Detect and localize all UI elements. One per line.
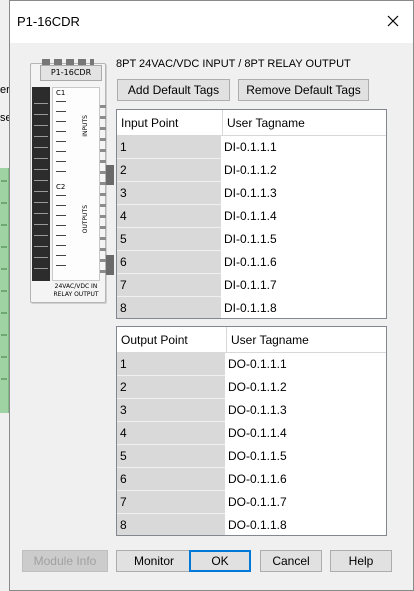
module-outputs-label: OUTPUTS (82, 205, 89, 234)
output-tagname-cell[interactable]: DO-0.1.1.3 (227, 399, 386, 422)
module-side-clip (106, 165, 114, 185)
monitor-button[interactable]: Monitor (116, 550, 192, 572)
cancel-button[interactable]: Cancel (260, 550, 322, 572)
table-header: Output Point User Tagname (117, 327, 386, 353)
column-header-output-point[interactable]: Output Point (117, 327, 227, 353)
input-point-cell: 3 (117, 182, 221, 205)
dialog-client: P1-16CDR C1 C2 INPUTS OUTPUTS 24VAC/VDC … (10, 43, 413, 590)
input-row[interactable]: 4 DI-0.1.1.4 (117, 205, 386, 228)
input-row[interactable]: 2 DI-0.1.1.2 (117, 159, 386, 182)
module-info-button[interactable]: Module Info (22, 550, 108, 572)
output-points-table: Output Point User Tagname 1 DO-0.1.1.1 2 DO… (116, 326, 387, 536)
output-point-cell: 4 (117, 422, 225, 445)
module-output-markers (56, 195, 66, 273)
input-point-cell: 5 (117, 228, 221, 251)
title-bar: P1-16CDR (10, 1, 413, 43)
help-button[interactable]: Help (330, 550, 392, 572)
input-point-cell: 8 (117, 297, 221, 318)
input-point-cell: 1 (117, 136, 221, 159)
column-header-user-tagname[interactable]: User Tagname (227, 327, 386, 353)
output-row[interactable]: 7 DO-0.1.1.7 (117, 491, 386, 514)
input-rows: 1 DI-0.1.1.1 2 DI-0.1.1.2 3 DI-0.1.1.3 4 DI-0.1… (117, 136, 386, 318)
output-point-cell: 6 (117, 468, 225, 491)
column-header-user-tagname[interactable]: User Tagname (223, 110, 386, 136)
output-point-cell: 2 (117, 376, 225, 399)
input-point-cell: 4 (117, 205, 221, 228)
module-image: P1-16CDR C1 C2 INPUTS OUTPUTS 24VAC/VDC … (22, 55, 114, 305)
module-inputs-label: INPUTS (82, 115, 89, 137)
module-config-dialog: P1-16CDR P1-16CDR C1 C2 INPUTS OUTPUTS 2… (9, 0, 414, 591)
input-row[interactable]: 5 DI-0.1.1.5 (117, 228, 386, 251)
input-tagname-cell[interactable]: DI-0.1.1.6 (223, 251, 386, 274)
add-default-tags-button[interactable]: Add Default Tags (117, 79, 230, 101)
input-point-cell: 6 (117, 251, 221, 274)
input-tagname-cell[interactable]: DI-0.1.1.3 (223, 182, 386, 205)
module-side-clip (106, 255, 114, 275)
input-tagname-cell[interactable]: DI-0.1.1.5 (223, 228, 386, 251)
output-row[interactable]: 2 DO-0.1.1.2 (117, 376, 386, 399)
output-row[interactable]: 8 DO-0.1.1.8 (117, 514, 386, 535)
output-point-cell: 3 (117, 399, 225, 422)
output-row[interactable]: 3 DO-0.1.1.3 (117, 399, 386, 422)
output-point-cell: 5 (117, 445, 225, 468)
input-row[interactable]: 1 DI-0.1.1.1 (117, 136, 386, 159)
input-points-table: Input Point User Tagname 1 DI-0.1.1.1 2 DI-… (116, 109, 387, 319)
output-point-cell: 7 (117, 491, 225, 514)
output-row[interactable]: 5 DO-0.1.1.5 (117, 445, 386, 468)
module-description: 8PT 24VAC/VDC INPUT / 8PT RELAY OUTPUT (116, 58, 351, 70)
output-tagname-cell[interactable]: DO-0.1.1.4 (227, 422, 386, 445)
input-tagname-cell[interactable]: DI-0.1.1.2 (223, 159, 386, 182)
input-tagname-cell[interactable]: DI-0.1.1.8 (223, 297, 386, 318)
close-icon[interactable] (381, 9, 405, 33)
module-footer-label: 24VAC/VDC IN RELAY OUTPUT (53, 283, 99, 298)
output-tagname-cell[interactable]: DO-0.1.1.7 (227, 491, 386, 514)
output-row[interactable]: 4 DO-0.1.1.4 (117, 422, 386, 445)
input-tagname-cell[interactable]: DI-0.1.1.4 (223, 205, 386, 228)
input-row[interactable]: 6 DI-0.1.1.6 (117, 251, 386, 274)
output-point-cell: 1 (117, 353, 225, 376)
module-c2-label: C2 (56, 183, 66, 191)
input-row[interactable]: 7 DI-0.1.1.7 (117, 274, 386, 297)
input-row[interactable]: 8 DI-0.1.1.8 (117, 297, 386, 318)
module-terminal-lines (34, 93, 48, 279)
output-tagname-cell[interactable]: DO-0.1.1.2 (227, 376, 386, 399)
column-header-input-point[interactable]: Input Point (117, 110, 223, 136)
output-tagname-cell[interactable]: DO-0.1.1.6 (227, 468, 386, 491)
output-point-cell: 8 (117, 514, 225, 535)
module-input-markers (56, 101, 66, 179)
input-point-cell: 2 (117, 159, 221, 182)
output-row[interactable]: 1 DO-0.1.1.1 (117, 353, 386, 376)
remove-default-tags-button[interactable]: Remove Default Tags (238, 79, 369, 101)
dialog-title: P1-16CDR (17, 14, 80, 29)
table-header: Input Point User Tagname (117, 110, 386, 136)
output-tagname-cell[interactable]: DO-0.1.1.8 (227, 514, 386, 535)
module-model-label: P1-16CDR (40, 65, 102, 81)
background-panel-pattern (1, 180, 7, 400)
input-tagname-cell[interactable]: DI-0.1.1.1 (223, 136, 386, 159)
output-row[interactable]: 6 DO-0.1.1.6 (117, 468, 386, 491)
input-row[interactable]: 3 DI-0.1.1.3 (117, 182, 386, 205)
input-point-cell: 7 (117, 274, 221, 297)
ok-button[interactable]: OK (189, 550, 251, 572)
output-tagname-cell[interactable]: DO-0.1.1.5 (227, 445, 386, 468)
module-c1-label: C1 (56, 89, 66, 97)
output-tagname-cell[interactable]: DO-0.1.1.1 (227, 353, 386, 376)
output-rows: 1 DO-0.1.1.1 2 DO-0.1.1.2 3 DO-0.1.1.3 4 DO-0.1… (117, 353, 386, 535)
input-tagname-cell[interactable]: DI-0.1.1.7 (223, 274, 386, 297)
